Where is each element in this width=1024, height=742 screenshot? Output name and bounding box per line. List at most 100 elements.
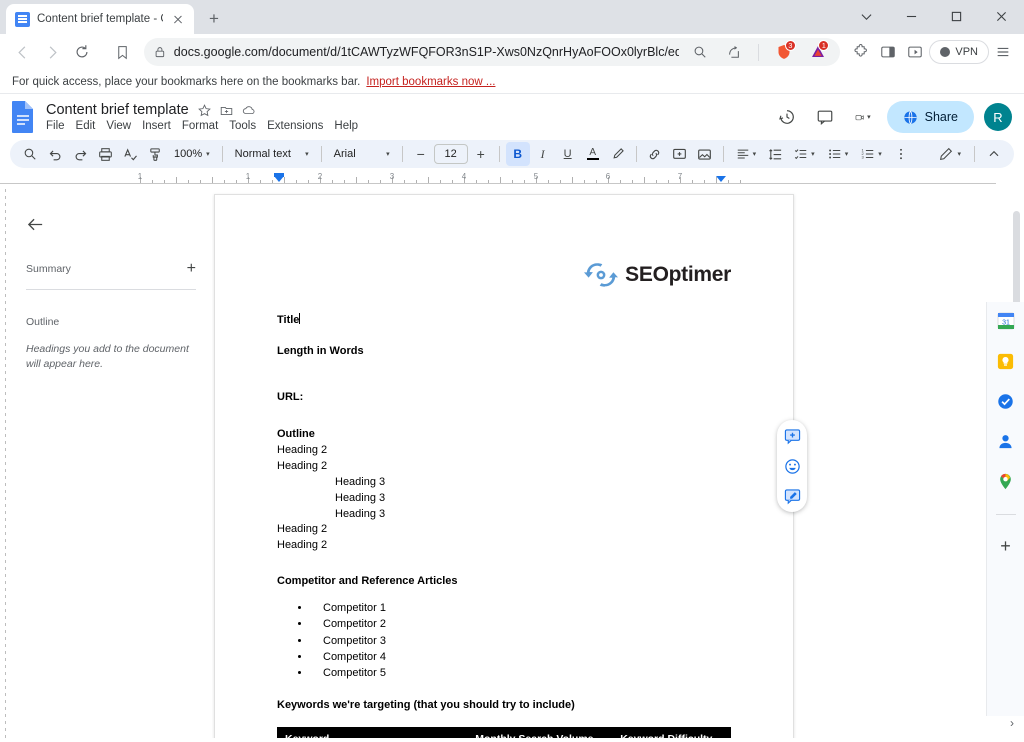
- print-icon[interactable]: [93, 142, 117, 166]
- right-indent-marker[interactable]: [716, 176, 726, 182]
- menu-file[interactable]: File: [46, 120, 65, 132]
- version-history-icon[interactable]: [773, 103, 801, 131]
- outline-item[interactable]: Heading 3: [277, 475, 731, 491]
- doc-title-field[interactable]: Title: [277, 313, 731, 329]
- italic-button[interactable]: I: [531, 142, 555, 166]
- minimize-icon[interactable]: [889, 0, 934, 32]
- google-keep-icon[interactable]: [995, 350, 1017, 372]
- font-family-select[interactable]: Arial ▾: [328, 142, 396, 166]
- keywords-heading[interactable]: Keywords we're targeting (that you shoul…: [277, 698, 731, 714]
- star-icon[interactable]: [197, 103, 211, 117]
- paragraph-style-select[interactable]: Normal text ▾: [229, 142, 315, 166]
- search-icon[interactable]: [18, 142, 42, 166]
- search-zoom-icon[interactable]: [687, 39, 713, 65]
- suggest-edit-icon[interactable]: [782, 486, 802, 506]
- list-item[interactable]: Competitor 3: [311, 633, 731, 649]
- outline-item[interactable]: Heading 2: [277, 538, 731, 554]
- add-addon-button[interactable]: +: [1000, 537, 1011, 555]
- list-item[interactable]: Competitor 1: [311, 600, 731, 616]
- menu-help[interactable]: Help: [334, 120, 358, 132]
- undo-icon[interactable]: [43, 142, 67, 166]
- text-color-button[interactable]: A: [581, 142, 605, 166]
- forward-icon[interactable]: [38, 38, 66, 66]
- window-close-icon[interactable]: [979, 0, 1024, 32]
- comment-history-icon[interactable]: [811, 103, 839, 131]
- url-heading[interactable]: URL:: [277, 390, 731, 406]
- decrease-font-size-button[interactable]: −: [409, 142, 433, 166]
- expand-panel-chevron-icon[interactable]: ›: [1010, 716, 1014, 730]
- font-size-input[interactable]: 12: [433, 144, 468, 164]
- avatar[interactable]: R: [984, 103, 1012, 131]
- menu-edit[interactable]: Edit: [76, 120, 96, 132]
- cloud-saved-icon[interactable]: [242, 103, 256, 117]
- menu-format[interactable]: Format: [182, 120, 218, 132]
- google-maps-icon[interactable]: [995, 470, 1017, 492]
- list-item[interactable]: Competitor 4: [311, 649, 731, 665]
- numbered-list-icon[interactable]: 123 ▾: [855, 142, 888, 166]
- link-icon[interactable]: [643, 142, 667, 166]
- zoom-level-select[interactable]: 100% ▾: [168, 142, 216, 166]
- outline-item[interactable]: Heading 3: [277, 491, 731, 507]
- checklist-icon[interactable]: ▾: [788, 142, 821, 166]
- new-tab-button[interactable]: +: [200, 5, 228, 33]
- google-calendar-icon[interactable]: 31: [995, 310, 1017, 332]
- insert-image-icon[interactable]: [693, 142, 717, 166]
- back-arrow-icon[interactable]: [26, 215, 45, 239]
- line-spacing-icon[interactable]: [763, 142, 787, 166]
- outline-item[interactable]: Heading 3: [277, 507, 731, 523]
- browser-menu-icon[interactable]: [990, 39, 1016, 65]
- adblock-icon[interactable]: 1: [805, 39, 831, 65]
- list-item[interactable]: Competitor 5: [311, 665, 731, 681]
- bold-button[interactable]: B: [505, 142, 530, 166]
- address-bar[interactable]: docs.google.com/document/d/1tCAWTyzWFQFO…: [144, 38, 841, 66]
- emoji-reaction-icon[interactable]: [782, 456, 802, 476]
- extensions-puzzle-icon[interactable]: [848, 39, 874, 65]
- length-in-words-heading[interactable]: Length in Words: [277, 344, 731, 360]
- move-to-folder-icon[interactable]: [220, 104, 233, 117]
- outline-item[interactable]: Heading 2: [277, 522, 731, 538]
- share-icon[interactable]: [721, 39, 747, 65]
- increase-font-size-button[interactable]: +: [469, 142, 493, 166]
- outline-item[interactable]: Heading 2: [277, 459, 731, 475]
- redo-icon[interactable]: [68, 142, 92, 166]
- menu-tools[interactable]: Tools: [229, 120, 256, 132]
- list-item[interactable]: Competitor 2: [311, 616, 731, 632]
- close-icon[interactable]: [170, 11, 186, 27]
- spellcheck-icon[interactable]: [118, 142, 142, 166]
- brave-shield-icon[interactable]: 3: [771, 39, 797, 65]
- back-icon[interactable]: [8, 38, 36, 66]
- keywords-table[interactable]: Keyword Monthly Search Volume Keyword Di…: [276, 726, 731, 738]
- competitors-heading[interactable]: Competitor and Reference Articles: [277, 574, 731, 590]
- google-tasks-icon[interactable]: [995, 390, 1017, 412]
- share-button[interactable]: Share: [886, 101, 974, 133]
- collapse-chevron-icon[interactable]: [982, 142, 1006, 166]
- tab-search-chevron-down-icon[interactable]: [844, 0, 889, 32]
- align-left-icon[interactable]: ▾: [730, 142, 763, 166]
- browser-tab[interactable]: Content brief template - Google D: [6, 4, 194, 34]
- more-vertical-icon[interactable]: [889, 142, 913, 166]
- underline-button[interactable]: U: [556, 142, 580, 166]
- google-contacts-icon[interactable]: [995, 430, 1017, 452]
- outline-heading[interactable]: Outline: [277, 427, 731, 443]
- menu-insert[interactable]: Insert: [142, 120, 171, 132]
- google-docs-logo-icon[interactable]: [10, 100, 36, 134]
- vpn-button[interactable]: VPN: [929, 40, 989, 64]
- add-comment-icon[interactable]: [782, 426, 802, 446]
- left-indent-marker[interactable]: [274, 176, 284, 182]
- menu-extensions[interactable]: Extensions: [267, 120, 323, 132]
- side-panel-icon[interactable]: [875, 39, 901, 65]
- google-meet-icon[interactable]: ▾: [849, 103, 877, 131]
- outline-item[interactable]: Heading 2: [277, 443, 731, 459]
- bulleted-list-icon[interactable]: ▾: [822, 142, 855, 166]
- paint-format-icon[interactable]: [143, 142, 167, 166]
- document-canvas[interactable]: SEOptimer Title Length in Words URL: Out…: [212, 189, 1024, 738]
- menu-view[interactable]: View: [106, 120, 131, 132]
- maximize-icon[interactable]: [934, 0, 979, 32]
- document-page[interactable]: SEOptimer Title Length in Words URL: Out…: [214, 194, 794, 738]
- add-summary-button[interactable]: +: [187, 261, 196, 277]
- reload-icon[interactable]: [68, 38, 96, 66]
- bookmark-icon[interactable]: [108, 38, 136, 66]
- horizontal-ruler[interactable]: 1 1 2 3 4 5 6 7: [0, 172, 996, 189]
- editing-mode-button[interactable]: ▾: [933, 142, 967, 166]
- add-comment-icon[interactable]: [668, 142, 692, 166]
